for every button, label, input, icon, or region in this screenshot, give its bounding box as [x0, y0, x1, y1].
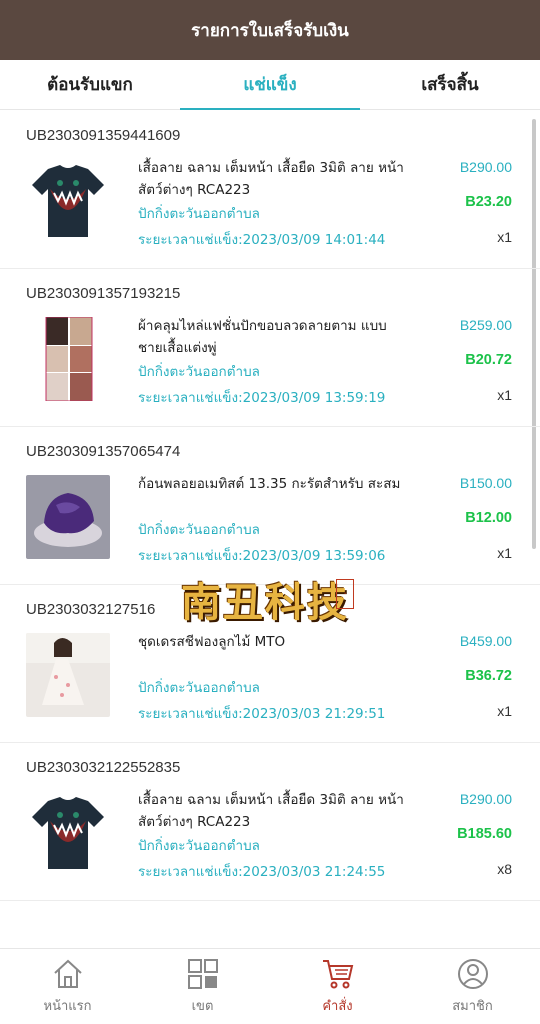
freeze-time: ระยะเวลาแช่แข็ง:2023/03/09 13:59:06 [138, 548, 386, 564]
order-id: UB2303091357193215 [26, 285, 181, 302]
product-name: ผ้าคลุมไหล่แฟชั่นปักขอบลวดลายตาม แบบ ชาย… [138, 318, 387, 356]
order-list[interactable]: UB2303091359441609 เสื้อลาย ฉลาม เต็มหน้… [0, 111, 540, 948]
order-id: UB2303091359441609 [26, 127, 181, 144]
watermark-seal: · [336, 579, 354, 609]
order-card[interactable]: UB2303091357193215 ผ้าคลุมไหล่แฟชั่นปักข… [0, 269, 540, 427]
nav-zone[interactable]: เขต [135, 949, 270, 1024]
order-id: UB2303032127516 [26, 601, 156, 618]
quantity: x1 [497, 545, 512, 561]
user-icon [457, 959, 488, 989]
freeze-time: ระยะเวลาแช่แข็ง:2023/03/03 21:29:51 [138, 706, 386, 722]
product-price: B259.00 [459, 317, 512, 333]
product-image-shawl-collage [26, 317, 110, 401]
nav-label: หน้าแรก [43, 999, 92, 1014]
home-icon [53, 959, 82, 988]
product-price: B290.00 [459, 791, 512, 807]
quantity: x8 [497, 861, 512, 877]
quantity: x1 [497, 229, 512, 245]
shop-name: ปักกิ่งตะวันออกตำบล [138, 838, 260, 854]
product-price: B459.00 [459, 633, 512, 649]
commission-amount: B20.72 [465, 352, 512, 368]
watermark-text: 南丑科技 [181, 579, 349, 626]
order-id: UB2303091357065474 [26, 443, 181, 460]
product-name: เสื้อลาย ฉลาม เต็มหน้า เสื้อยืด 3มิติ ลา… [138, 792, 404, 830]
tab-frozen[interactable]: แช่แข็ง [180, 60, 360, 110]
shop-name: ปักกิ่งตะวันออกตำบล [138, 680, 260, 696]
freeze-time: ระยะเวลาแช่แข็ง:2023/03/03 21:24:55 [138, 864, 386, 880]
quantity: x1 [497, 703, 512, 719]
page-title: รายการใบเสร็จรับเงิน [191, 20, 349, 41]
product-name: เสื้อลาย ฉลาม เต็มหน้า เสื้อยืด 3มิติ ลา… [138, 160, 404, 198]
product-price: B290.00 [459, 159, 512, 175]
shop-name: ปักกิ่งตะวันออกตำบล [138, 522, 260, 538]
product-name: ชุดเดรสชีฟองลูกไม้ MTO [138, 634, 286, 650]
tab-completed[interactable]: เสร็จสิ้น [360, 60, 540, 109]
tab-pending[interactable]: ต้อนรับแขก [0, 60, 180, 109]
order-card[interactable]: UB2303091357065474 ก้อนพลอยอเมทิสต์ 13.3… [0, 427, 540, 585]
nav-label: สมาชิก [452, 999, 493, 1014]
bottom-nav: หน้าแรก เขต คำสั่ง สมาชิก [0, 948, 540, 1024]
shop-name: ปักกิ่งตะวันออกตำบล [138, 206, 260, 222]
commission-amount: B185.60 [457, 826, 512, 842]
product-image-amethyst-gem [26, 475, 110, 559]
page-header: รายการใบเสร็จรับเงิน [0, 0, 540, 60]
cart-icon [322, 960, 353, 989]
product-price: B150.00 [459, 475, 512, 491]
nav-label: คำสั่ง [322, 999, 353, 1014]
nav-home[interactable]: หน้าแรก [0, 949, 135, 1024]
freeze-time: ระยะเวลาแช่แข็ง:2023/03/09 14:01:44 [138, 232, 386, 248]
product-image-shark-tshirt [26, 791, 110, 875]
order-id: UB2303032122552835 [26, 759, 181, 776]
watermark-logo: 南丑科技 · [172, 567, 358, 631]
commission-amount: B12.00 [465, 510, 512, 526]
order-card[interactable]: UB2303091359441609 เสื้อลาย ฉลาม เต็มหน้… [0, 111, 540, 269]
commission-amount: B36.72 [465, 668, 512, 684]
order-card[interactable]: UB2303032122552835 เสื้อลาย ฉลาม เต็มหน้… [0, 743, 540, 901]
nav-label: เขต [191, 999, 214, 1014]
shop-name: ปักกิ่งตะวันออกตำบล [138, 364, 260, 380]
nav-member[interactable]: สมาชิก [405, 949, 540, 1024]
product-image-shark-tshirt [26, 159, 110, 243]
order-status-tabs: ต้อนรับแขก แช่แข็ง เสร็จสิ้น [0, 60, 540, 110]
nav-orders[interactable]: คำสั่ง [270, 949, 405, 1024]
grid-icon [187, 959, 218, 989]
product-name: ก้อนพลอยอเมทิสต์ 13.35 กะรัตสำหรับ สะสม [138, 476, 401, 492]
quantity: x1 [497, 387, 512, 403]
product-image-chiffon-dress [26, 633, 110, 717]
commission-amount: B23.20 [465, 194, 512, 210]
freeze-time: ระยะเวลาแช่แข็ง:2023/03/09 13:59:19 [138, 390, 386, 406]
